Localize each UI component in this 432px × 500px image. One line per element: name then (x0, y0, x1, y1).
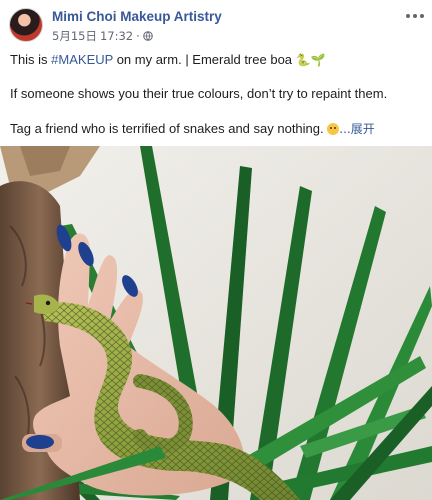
caption-line-1-suffix: on my arm. | Emerald tree boa (113, 52, 296, 67)
caption-ellipsis: ... (339, 122, 351, 136)
author-name[interactable]: Mimi Choi Makeup Artistry (52, 9, 222, 24)
post-meta: 5月15日 17:32 · (52, 28, 153, 44)
hashtag-link[interactable]: #MAKEUP (51, 52, 113, 67)
snake-seedling-emoji: 🐍🌱 (295, 53, 326, 67)
post-time[interactable]: 17:32 (100, 29, 133, 43)
caption-line-3: Tag a friend who is terrified of snakes … (10, 121, 375, 137)
post-header: Mimi Choi Makeup Artistry 5月15日 17:32 · (0, 0, 432, 46)
caption-line-2: If someone shows you their true colours,… (10, 86, 388, 101)
caption-line-3-text: Tag a friend who is terrified of snakes … (10, 121, 328, 136)
post-date[interactable]: 5月15日 (52, 28, 97, 44)
photo-illustration (0, 146, 432, 500)
grimacing-face-emoji (327, 123, 340, 135)
post-photo[interactable] (0, 146, 432, 500)
globe-icon (142, 31, 153, 41)
more-horizontal-icon[interactable] (406, 10, 424, 22)
caption-line-1: This is #MAKEUP on my arm. | Emerald tre… (10, 52, 326, 68)
meta-separator: · (136, 29, 140, 43)
author-avatar[interactable] (9, 8, 43, 42)
caption-prefix: This is (10, 52, 52, 67)
see-more-link[interactable]: 展开 (351, 122, 375, 136)
